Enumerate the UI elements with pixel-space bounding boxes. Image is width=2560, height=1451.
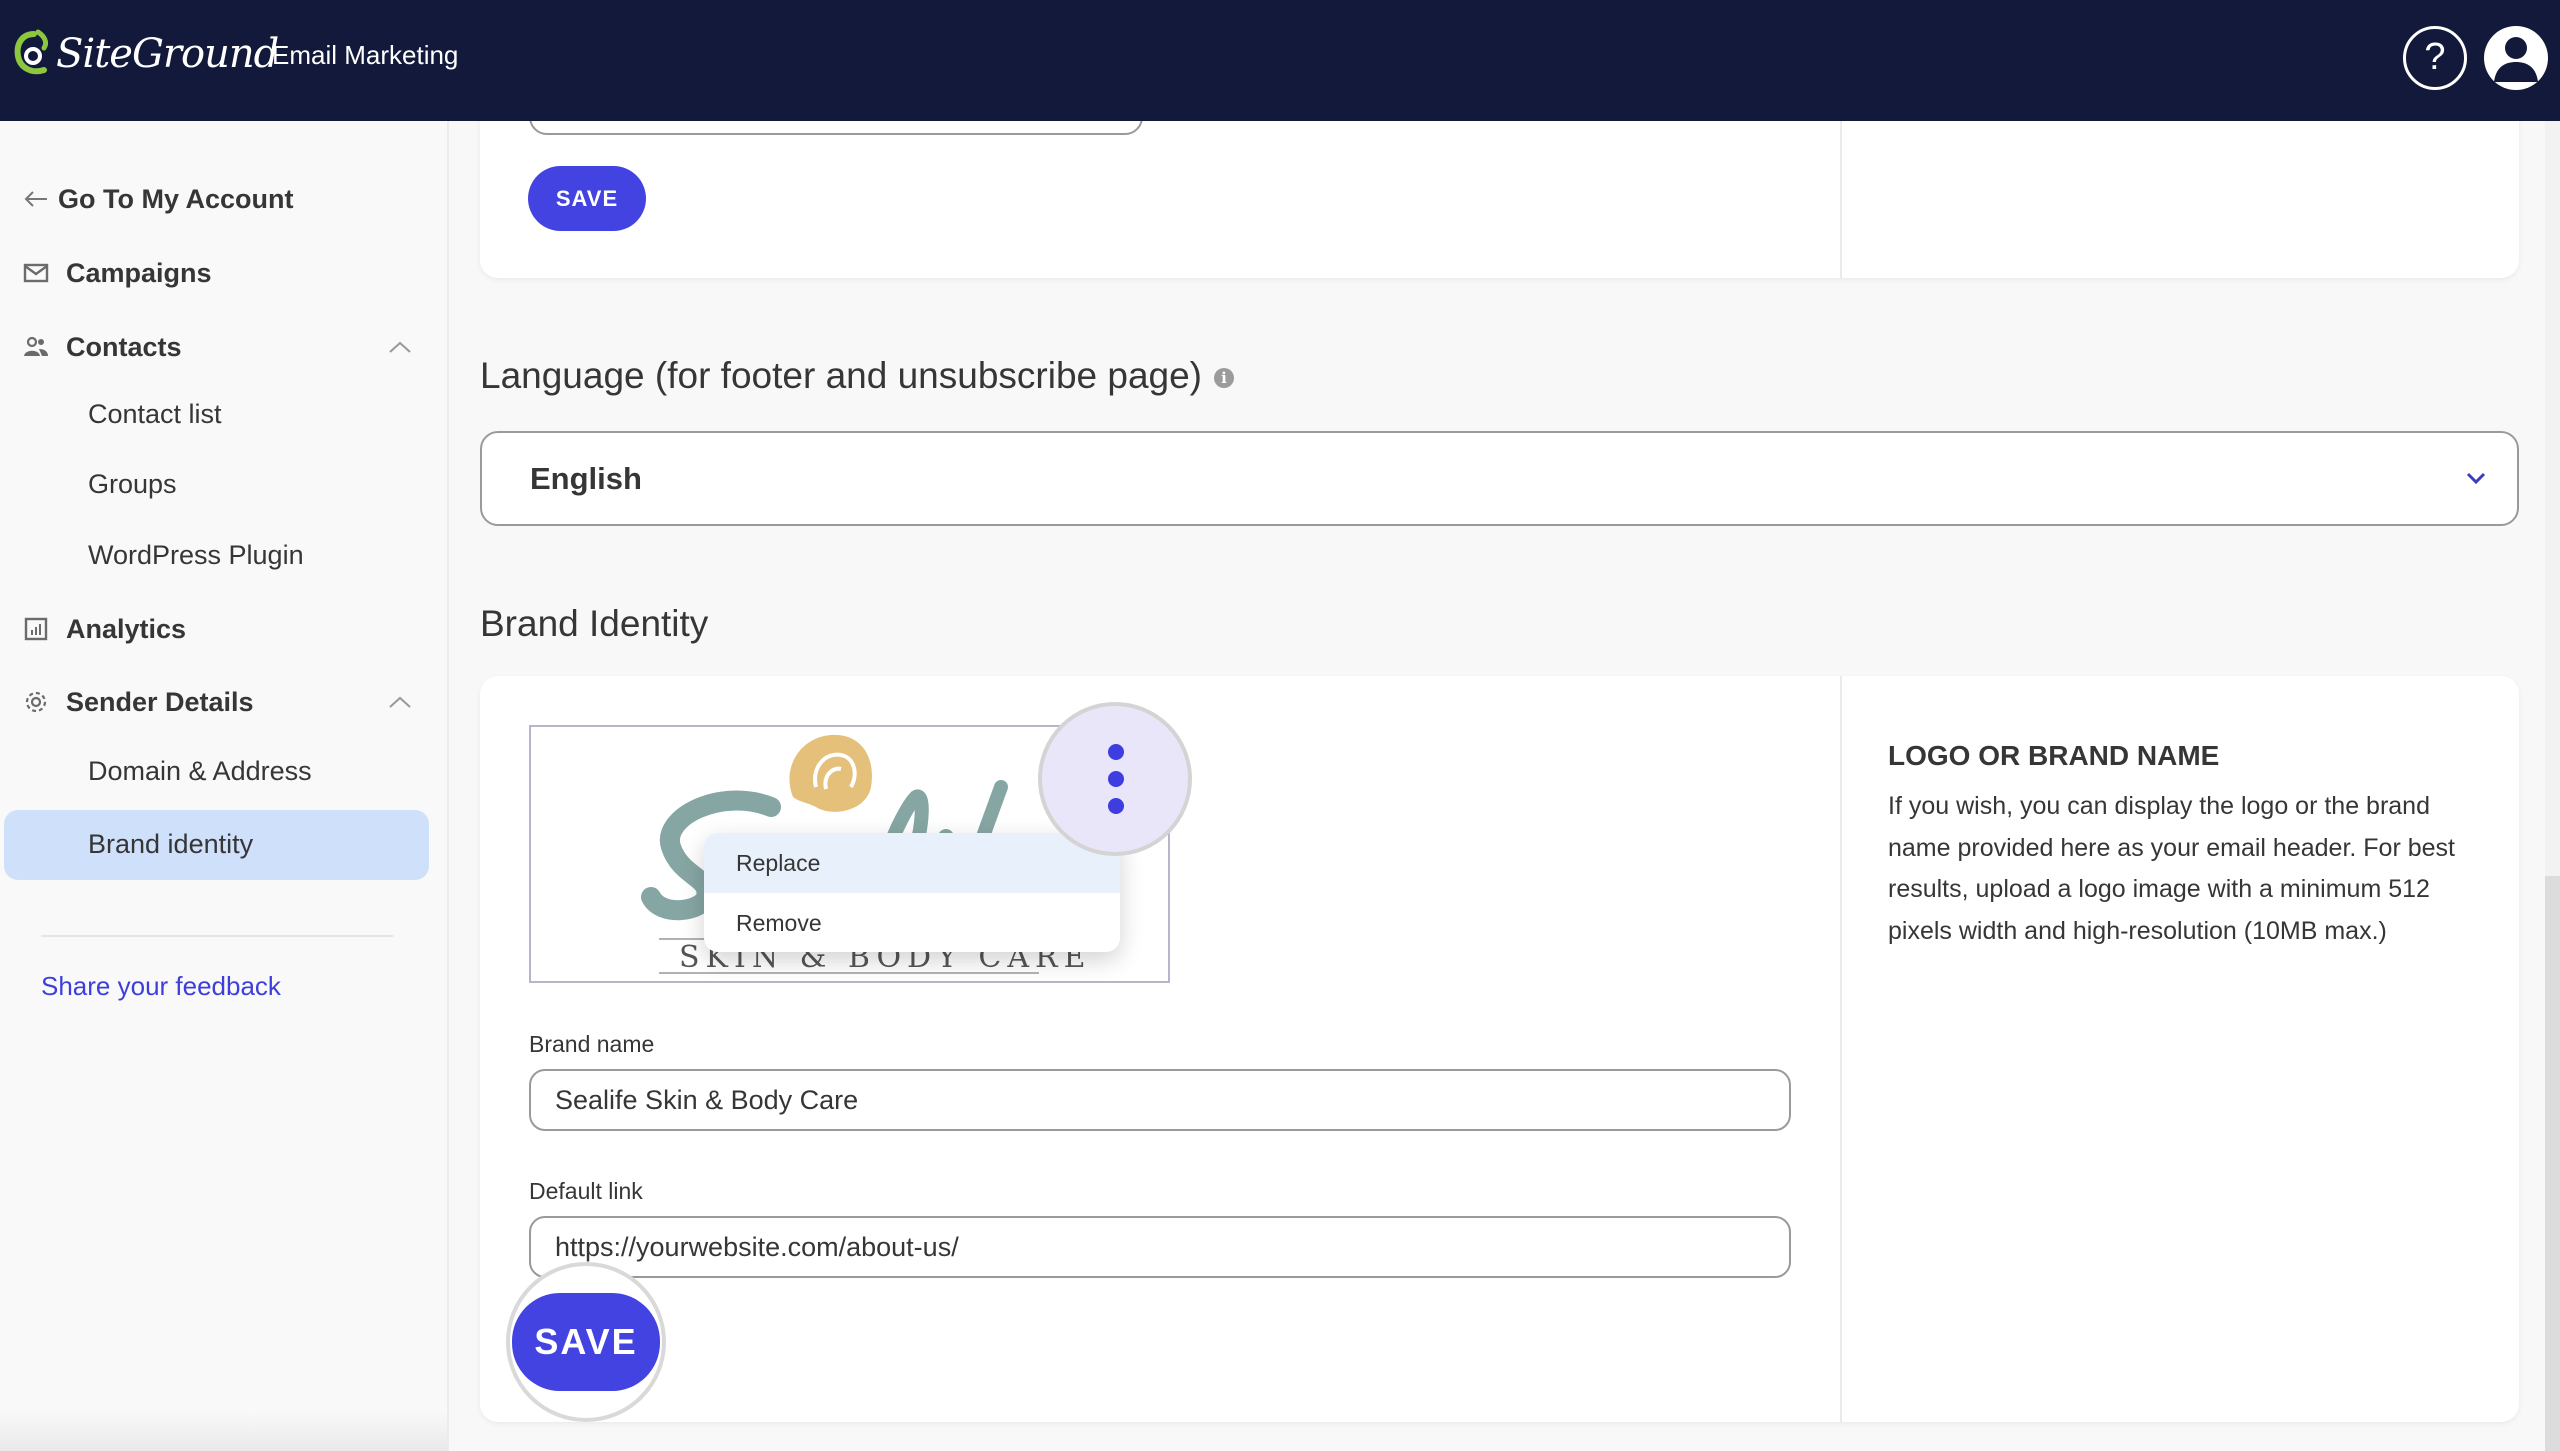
language-selected-value: English [530,461,642,496]
sidebar-fade [0,1411,447,1451]
sidebar-item-contacts[interactable]: Contacts [0,327,449,367]
help-icon[interactable]: ? [2403,26,2467,90]
sidebar-item-label: Campaigns [66,257,212,288]
info-icon[interactable]: i [1214,368,1235,389]
analytics-icon [22,615,50,643]
sidebar-item-contact-list[interactable]: Contact list [0,399,449,435]
logo-options-menu: Replace Remove [704,833,1120,952]
page-scrollbar[interactable] [2545,121,2560,1451]
gear-icon [22,688,50,716]
language-select[interactable]: English [480,431,2519,526]
save-button[interactable]: SAVE [512,1293,660,1391]
chevron-up-icon[interactable] [388,340,412,354]
sidebar-item-brand-identity[interactable]: Brand identity [4,810,429,880]
kebab-dot [1108,744,1124,760]
logo-options-button[interactable] [1038,702,1192,856]
brand-name-label: Brand name [529,1031,655,1057]
chevron-down-icon [2466,472,2486,485]
person-icon [2494,37,2538,82]
brand-identity-section-title: Brand Identity [480,603,709,644]
save-button-top[interactable]: SAVE [528,166,646,231]
kebab-dot [1108,798,1124,814]
sidebar-item-label: Sender Details [66,686,254,717]
share-feedback-link[interactable]: Share your feedback [41,971,281,1002]
go-to-account-label: Go To My Account [58,183,294,214]
sidebar-item-analytics[interactable]: Analytics [0,609,449,649]
sidebar-subitem-label: Groups [88,469,177,499]
sidebar-subitem-label: WordPress Plugin [88,540,304,570]
default-link-input[interactable]: https://yourwebsite.com/about-us/ [529,1216,1791,1278]
language-title-text: Language (for footer and unsubscribe pag… [480,355,1203,396]
brand-name-input[interactable]: Sealife Skin & Body Care [529,1069,1791,1131]
sidebar-item-groups[interactable]: Groups [0,469,449,505]
sidebar-item-wordpress-plugin[interactable]: WordPress Plugin [0,540,449,576]
arrow-left-icon [22,185,50,213]
sidebar-item-domain-address[interactable]: Domain & Address [0,756,449,792]
go-to-account-link[interactable]: Go To My Account [0,179,449,219]
menu-item-remove[interactable]: Remove [704,893,1120,952]
sidebar-subitem-label: Domain & Address [88,756,312,786]
default-link-label: Default link [529,1178,643,1204]
sidebar-item-campaigns[interactable]: Campaigns [0,253,449,293]
logo-text: SiteGround [56,31,279,77]
siteground-logo[interactable]: SiteGround [14,28,279,80]
language-section-title: Language (for footer and unsubscribe pag… [480,355,1235,397]
sidebar-subitem-label: Brand identity [88,829,254,859]
contacts-icon [22,333,50,361]
sidebar-item-label: Contacts [66,331,182,362]
sidebar: Go To My Account Campaigns Contacts Cont… [0,121,449,1451]
help-text: If you wish, you can display the logo or… [1888,792,2455,945]
help-title: LOGO OR BRAND NAME [1888,740,2220,771]
top-bar: SiteGround Email Marketing ? [0,0,2560,121]
sidebar-divider [41,935,393,937]
user-avatar-icon[interactable] [2484,26,2548,90]
sidebar-item-label: Analytics [66,613,187,644]
siteground-swirl-icon [14,29,49,75]
chevron-up-icon[interactable] [388,695,412,709]
mail-icon [22,259,50,287]
sidebar-subitem-label: Contact list [88,399,222,429]
product-name: Email Marketing [272,40,459,70]
sidebar-item-sender-details[interactable]: Sender Details [0,682,449,722]
scrollbar-thumb[interactable] [2545,876,2560,1451]
card-divider [1840,676,1842,1422]
kebab-dot [1108,771,1124,787]
menu-item-replace[interactable]: Replace [704,833,1120,893]
